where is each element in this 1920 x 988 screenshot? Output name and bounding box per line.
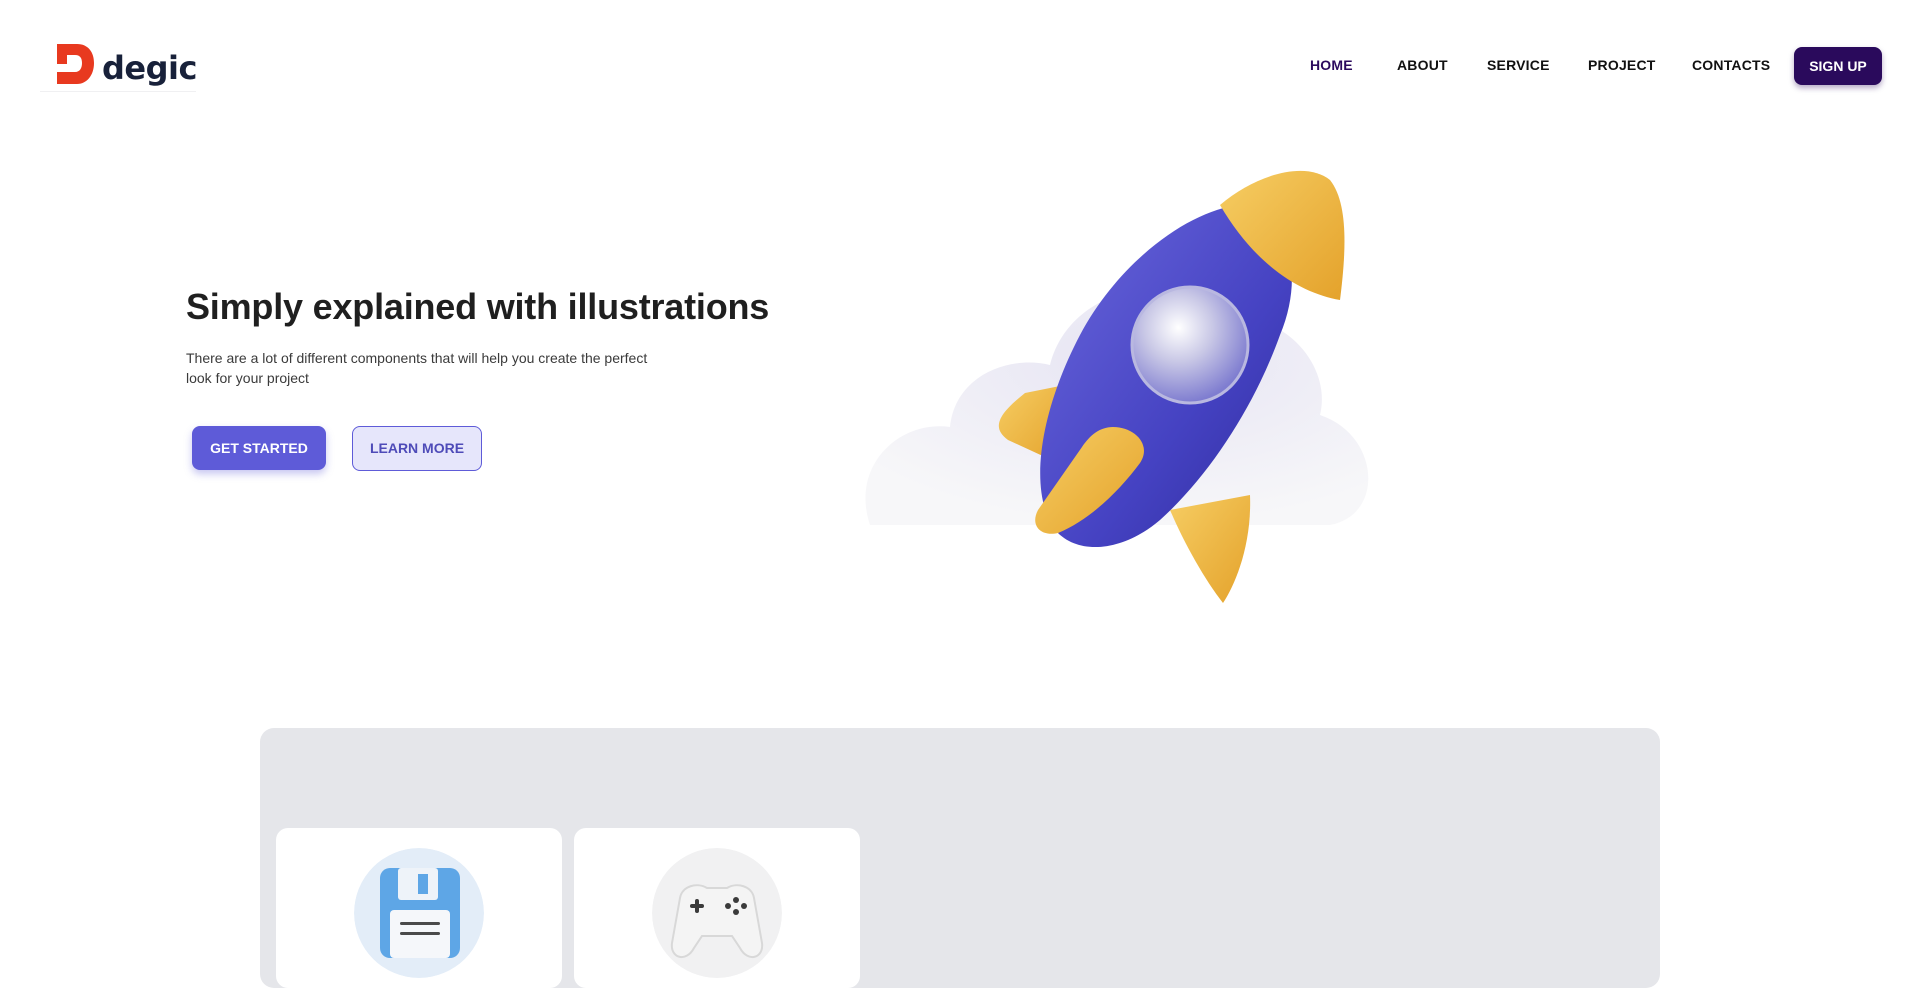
rocket-icon <box>865 170 1369 603</box>
floppy-disk-icon <box>354 848 484 978</box>
signup-button[interactable]: SIGN UP <box>1794 47 1882 85</box>
site-header: degic HOME ABOUT SERVICE PROJECT CONTACT… <box>0 0 1920 120</box>
logo-text: degic <box>102 49 197 87</box>
logo[interactable]: degic <box>40 38 197 92</box>
nav-project[interactable]: PROJECT <box>1588 47 1656 83</box>
gamepad-icon <box>652 848 782 978</box>
feature-card[interactable] <box>276 828 562 988</box>
nav-contacts[interactable]: CONTACTS <box>1692 47 1770 83</box>
feature-card[interactable] <box>574 828 860 988</box>
get-started-button[interactable]: GET STARTED <box>192 426 326 470</box>
nav-home[interactable]: HOME <box>1310 47 1353 83</box>
nav-service[interactable]: SERVICE <box>1487 47 1550 83</box>
nav-about[interactable]: ABOUT <box>1397 47 1448 83</box>
logo-mark-icon <box>57 44 94 84</box>
hero-description: There are a lot of different components … <box>186 350 648 386</box>
learn-more-button[interactable]: LEARN MORE <box>352 426 482 471</box>
hero-title: Simply explained with illustrations <box>186 286 770 327</box>
